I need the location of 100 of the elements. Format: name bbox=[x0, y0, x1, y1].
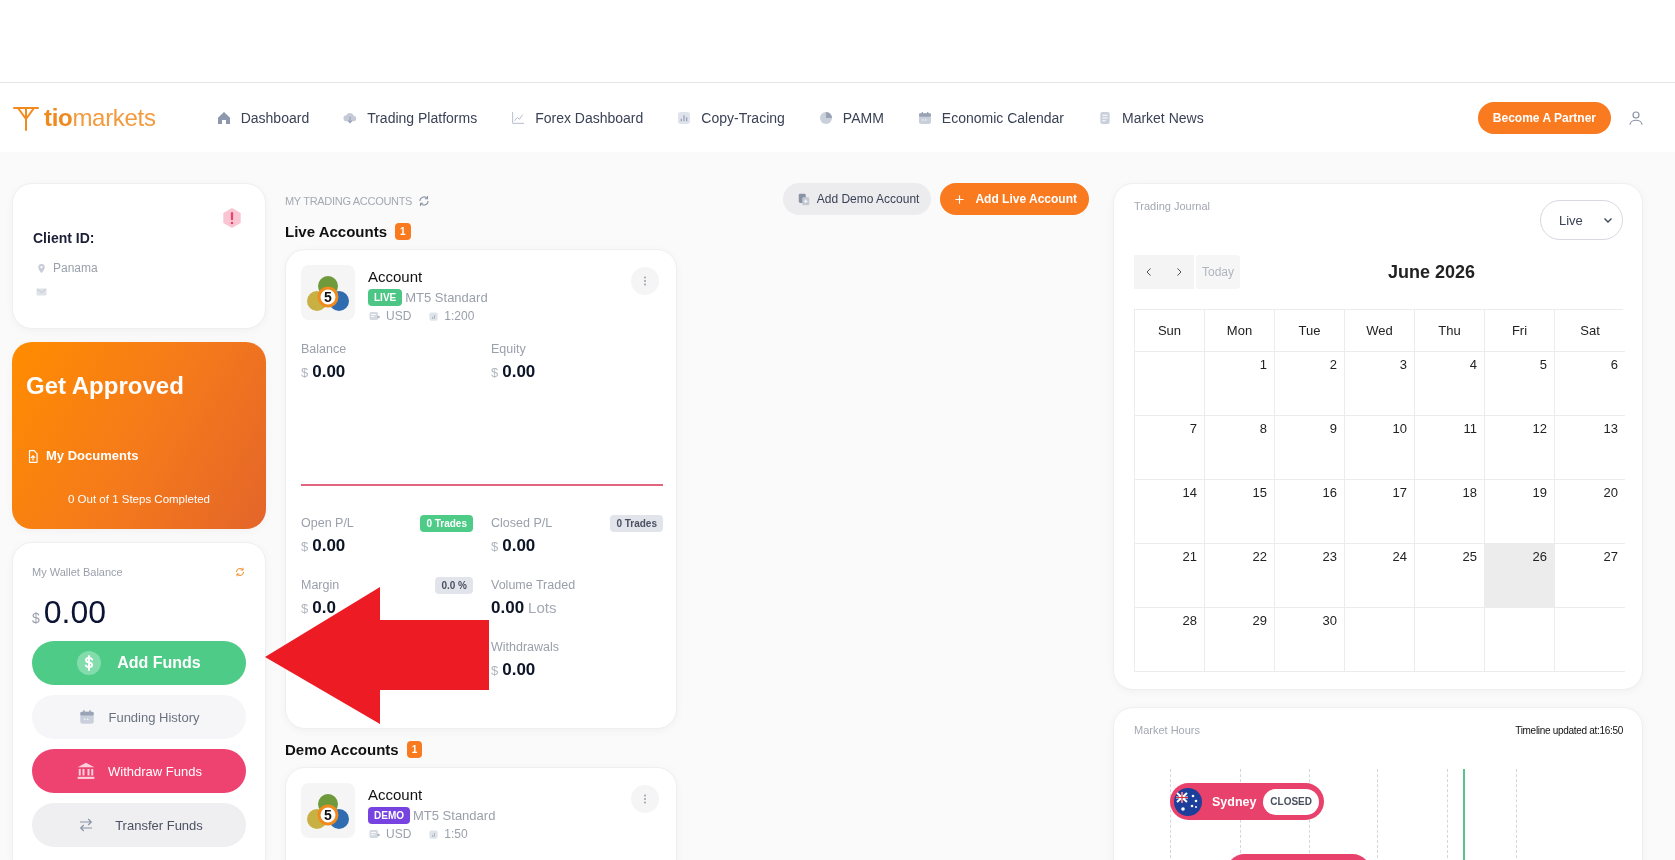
currency-text: USD bbox=[386, 308, 412, 324]
day-cell[interactable]: 9 bbox=[1275, 416, 1345, 480]
more-options-button[interactable] bbox=[631, 785, 659, 813]
profile-button[interactable] bbox=[1627, 108, 1645, 127]
user-icon bbox=[1627, 108, 1645, 127]
currency-symbol: $ bbox=[491, 539, 499, 554]
day-cell[interactable]: 5 bbox=[1485, 352, 1555, 416]
platform-name: MT5 Standard bbox=[405, 290, 488, 305]
previous-month-button[interactable] bbox=[1134, 255, 1164, 289]
progress-text: 0 Out of 1 Steps Completed bbox=[67, 492, 211, 506]
next-month-button[interactable] bbox=[1164, 255, 1194, 289]
account-type-tag: LIVE bbox=[368, 289, 403, 306]
stat-label: Open P/L bbox=[301, 516, 354, 530]
currency-symbol: $ bbox=[32, 610, 40, 626]
day-cell[interactable]: 13 bbox=[1555, 416, 1625, 480]
stat-tag: 0 Trades bbox=[420, 514, 473, 532]
market-hours-title: Market Hours bbox=[1134, 724, 1201, 736]
account-name: Account bbox=[368, 268, 424, 286]
account-type-tag: DEMO bbox=[368, 807, 410, 824]
funding-history-button[interactable]: Funding History bbox=[32, 695, 246, 739]
currency-symbol: $ bbox=[301, 365, 309, 380]
flag-icon bbox=[1174, 787, 1202, 816]
month-title: June 2026 bbox=[1387, 261, 1477, 283]
currency-symbol: $ bbox=[301, 539, 309, 554]
refresh-button[interactable] bbox=[417, 194, 432, 208]
stat-value: 0.00 bbox=[502, 362, 536, 382]
day-cell[interactable]: 1 bbox=[1205, 352, 1275, 416]
withdraw-funds-button[interactable]: Withdraw Funds bbox=[32, 749, 246, 793]
nav-link[interactable]: Trading Platforms bbox=[342, 109, 478, 126]
day-cell[interactable]: 21 bbox=[1135, 544, 1205, 608]
dollar-coin-icon bbox=[77, 651, 102, 675]
location-pin-icon bbox=[36, 261, 47, 275]
card-icon bbox=[368, 828, 381, 840]
stat-tag: 0.0 % bbox=[435, 576, 473, 594]
day-cell[interactable]: 28 bbox=[1135, 608, 1205, 672]
stat-value: 0.00 bbox=[502, 660, 536, 680]
leverage-text: 1:200 bbox=[444, 308, 475, 324]
day-cell[interactable]: 27 bbox=[1555, 544, 1625, 608]
timeline-updated-text: Timeline updated at:16:50 bbox=[1515, 724, 1623, 736]
stat-value: 0.0 bbox=[312, 598, 336, 618]
files-icon bbox=[796, 191, 811, 207]
add-demo-account-button[interactable]: Add Demo Account bbox=[782, 183, 932, 215]
pie-chart-icon bbox=[817, 109, 834, 126]
nav-link[interactable]: Copy-Tracing bbox=[676, 109, 785, 126]
day-cell[interactable]: 30 bbox=[1275, 608, 1345, 672]
day-cell[interactable]: 12 bbox=[1485, 416, 1555, 480]
day-cell[interactable]: 18 bbox=[1415, 480, 1485, 544]
day-cell[interactable]: 23 bbox=[1275, 544, 1345, 608]
refresh-button[interactable] bbox=[234, 566, 246, 578]
day-cell[interactable]: 17 bbox=[1345, 480, 1415, 544]
calendar-icon bbox=[916, 109, 933, 126]
card-icon bbox=[368, 310, 381, 322]
document-upload-icon bbox=[26, 447, 40, 465]
nav-link[interactable]: Dashboard bbox=[215, 109, 310, 126]
weekday-header: Tue bbox=[1275, 310, 1345, 352]
day-cell[interactable]: 3 bbox=[1345, 352, 1415, 416]
more-options-button[interactable] bbox=[631, 267, 659, 295]
stat-label: Balance bbox=[301, 342, 347, 356]
day-cell[interactable]: 20 bbox=[1555, 480, 1625, 544]
stat-value: 0.00 bbox=[502, 536, 536, 556]
weekday-header: Thu bbox=[1415, 310, 1485, 352]
day-cell[interactable]: 22 bbox=[1205, 544, 1275, 608]
day-cell[interactable]: 10 bbox=[1345, 416, 1415, 480]
bar-chart-icon bbox=[676, 109, 693, 126]
platform-logo: 5 bbox=[301, 783, 355, 838]
weekday-header: Sat bbox=[1555, 310, 1625, 352]
stat-label: Margin bbox=[301, 578, 340, 592]
weekday-header: Mon bbox=[1205, 310, 1275, 352]
line-chart-icon bbox=[510, 109, 527, 126]
nav-link[interactable]: Market News bbox=[1096, 109, 1204, 126]
currency-symbol: $ bbox=[301, 601, 309, 616]
day-cell[interactable]: 2 bbox=[1275, 352, 1345, 416]
day-cell[interactable]: 15 bbox=[1205, 480, 1275, 544]
day-cell[interactable]: 11 bbox=[1415, 416, 1485, 480]
day-cell[interactable]: 24 bbox=[1345, 544, 1415, 608]
stat-label: Withdrawals bbox=[491, 640, 560, 654]
balance-amount: 0.00 bbox=[43, 593, 107, 631]
leverage-text: 1:50 bbox=[444, 826, 468, 842]
day-cell[interactable]: 14 bbox=[1135, 480, 1205, 544]
refresh-icon bbox=[234, 566, 246, 578]
nav-link[interactable]: PAMM bbox=[817, 109, 884, 126]
account-filter-select[interactable]: Live bbox=[1540, 200, 1623, 240]
day-cell[interactable]: 7 bbox=[1135, 416, 1205, 480]
transfer-funds-button[interactable]: Transfer Funds bbox=[32, 803, 246, 847]
day-cell[interactable]: 26 bbox=[1485, 544, 1555, 608]
stat-label: Equity bbox=[491, 342, 526, 356]
day-cell[interactable]: 8 bbox=[1205, 416, 1275, 480]
day-cell[interactable]: 6 bbox=[1555, 352, 1625, 416]
currency-symbol: $ bbox=[491, 365, 499, 380]
stat-label: Closed P/L bbox=[491, 516, 553, 530]
nav-link[interactable]: Economic Calendar bbox=[916, 109, 1064, 126]
day-cell[interactable]: 29 bbox=[1205, 608, 1275, 672]
unit-label: Lots bbox=[528, 599, 557, 616]
day-cell[interactable]: 16 bbox=[1275, 480, 1345, 544]
day-cell[interactable]: 4 bbox=[1415, 352, 1485, 416]
client-id-label: Client ID: bbox=[33, 230, 95, 246]
stat-value: 0.00 bbox=[491, 598, 525, 618]
journal-title: Trading Journal bbox=[1134, 200, 1211, 212]
nav-link[interactable]: Forex Dashboard bbox=[510, 109, 644, 126]
currency-text: USD bbox=[386, 826, 412, 842]
